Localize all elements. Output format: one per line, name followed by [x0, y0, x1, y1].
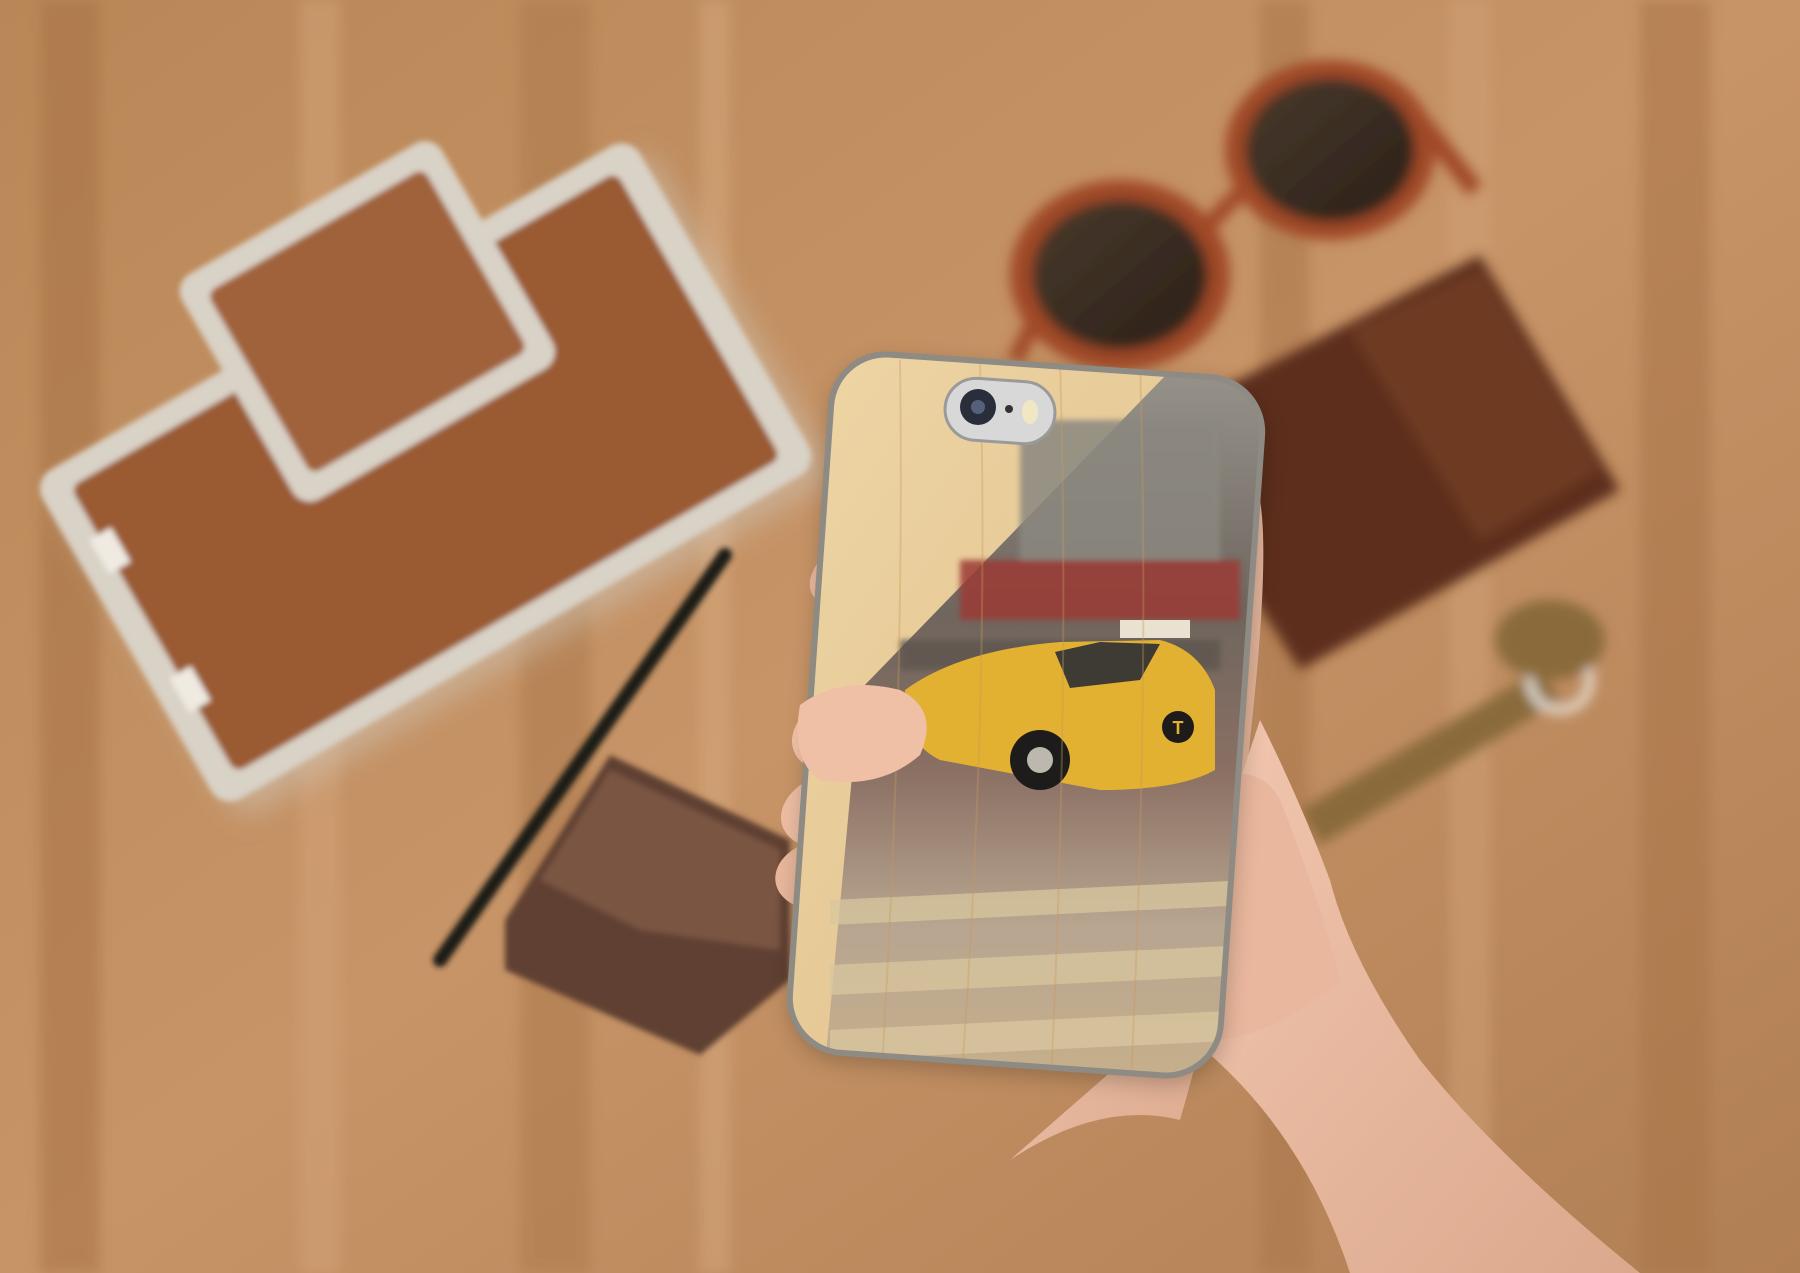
camera-cutout [943, 376, 1057, 446]
flash-icon [1022, 400, 1038, 424]
crosswalk-stripes [830, 880, 1250, 1060]
photo-canvas: T [0, 0, 1800, 1273]
taxi-marker: T [1173, 718, 1184, 738]
photo-scene: T [0, 0, 1800, 1273]
